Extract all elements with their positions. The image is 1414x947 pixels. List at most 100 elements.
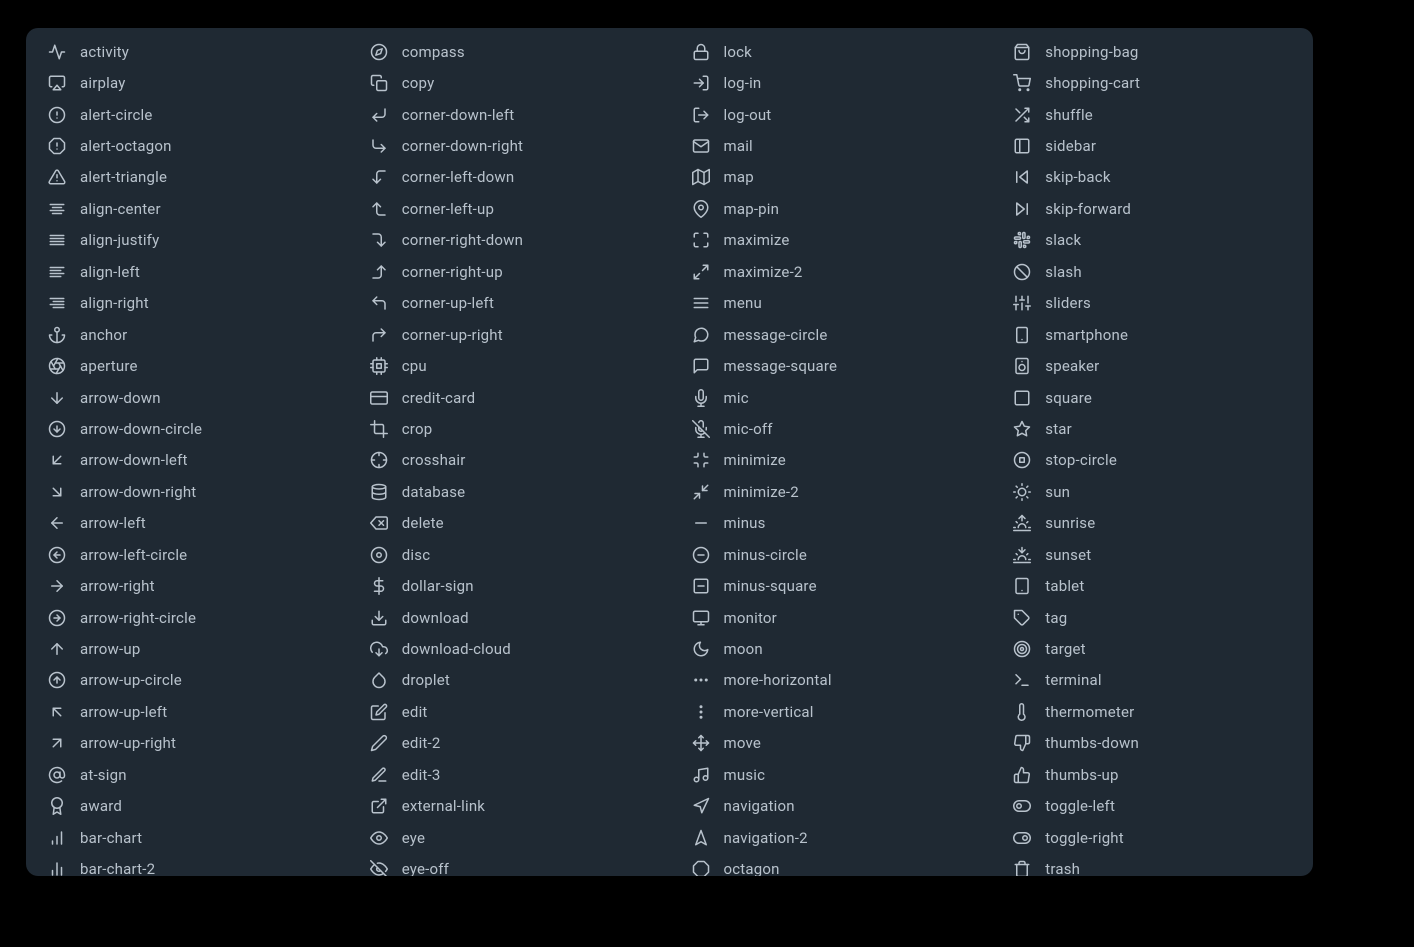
icon-item-align-right[interactable]: align-right (26, 288, 348, 319)
icon-item-corner-right-down[interactable]: corner-right-down (348, 225, 670, 256)
icon-item-navigation[interactable]: navigation (670, 791, 992, 822)
icon-item-skip-back[interactable]: skip-back (991, 162, 1313, 193)
icon-item-slash[interactable]: slash (991, 256, 1313, 287)
icon-item-minimize[interactable]: minimize (670, 445, 992, 476)
icon-item-more-horizontal[interactable]: more-horizontal (670, 665, 992, 696)
icon-item-corner-down-right[interactable]: corner-down-right (348, 130, 670, 161)
icon-item-sun[interactable]: sun (991, 476, 1313, 507)
icon-item-crosshair[interactable]: crosshair (348, 445, 670, 476)
icon-item-dollar-sign[interactable]: dollar-sign (348, 570, 670, 601)
icon-item-move[interactable]: move (670, 728, 992, 759)
icon-item-align-justify[interactable]: align-justify (26, 225, 348, 256)
icon-item-corner-right-up[interactable]: corner-right-up (348, 256, 670, 287)
icon-item-minus-square[interactable]: minus-square (670, 570, 992, 601)
icon-item-tablet[interactable]: tablet (991, 570, 1313, 601)
icon-item-shopping-bag[interactable]: shopping-bag (991, 36, 1313, 67)
icon-item-lock[interactable]: lock (670, 36, 992, 67)
icon-item-minus[interactable]: minus (670, 508, 992, 539)
icon-item-corner-left-up[interactable]: corner-left-up (348, 193, 670, 224)
icon-item-corner-up-left[interactable]: corner-up-left (348, 288, 670, 319)
icon-item-log-in[interactable]: log-in (670, 67, 992, 98)
icon-item-thumbs-down[interactable]: thumbs-down (991, 728, 1313, 759)
icon-item-navigation-2[interactable]: navigation-2 (670, 822, 992, 853)
icon-item-menu[interactable]: menu (670, 288, 992, 319)
icon-item-arrow-up-left[interactable]: arrow-up-left (26, 696, 348, 727)
icon-item-arrow-down[interactable]: arrow-down (26, 382, 348, 413)
icon-item-disc[interactable]: disc (348, 539, 670, 570)
icon-item-airplay[interactable]: airplay (26, 67, 348, 98)
icon-item-monitor[interactable]: monitor (670, 602, 992, 633)
icon-item-award[interactable]: award (26, 791, 348, 822)
icon-item-tag[interactable]: tag (991, 602, 1313, 633)
icon-item-toggle-left[interactable]: toggle-left (991, 791, 1313, 822)
icon-item-database[interactable]: database (348, 476, 670, 507)
icon-item-download-cloud[interactable]: download-cloud (348, 633, 670, 664)
icon-item-external-link[interactable]: external-link (348, 791, 670, 822)
icon-item-arrow-up-right[interactable]: arrow-up-right (26, 728, 348, 759)
icon-item-map-pin[interactable]: map-pin (670, 193, 992, 224)
icon-item-trash[interactable]: trash (991, 853, 1313, 876)
icon-item-credit-card[interactable]: credit-card (348, 382, 670, 413)
icon-item-eye-off[interactable]: eye-off (348, 853, 670, 876)
icon-item-terminal[interactable]: terminal (991, 665, 1313, 696)
icon-item-bar-chart-2[interactable]: bar-chart-2 (26, 853, 348, 876)
icon-item-arrow-down-left[interactable]: arrow-down-left (26, 445, 348, 476)
icon-item-compass[interactable]: compass (348, 36, 670, 67)
icon-item-mail[interactable]: mail (670, 130, 992, 161)
icon-item-arrow-up-circle[interactable]: arrow-up-circle (26, 665, 348, 696)
icon-item-arrow-right-circle[interactable]: arrow-right-circle (26, 602, 348, 633)
icon-item-edit[interactable]: edit (348, 696, 670, 727)
icon-item-copy[interactable]: copy (348, 67, 670, 98)
icon-item-thumbs-up[interactable]: thumbs-up (991, 759, 1313, 790)
icon-item-arrow-left-circle[interactable]: arrow-left-circle (26, 539, 348, 570)
icon-item-maximize[interactable]: maximize (670, 225, 992, 256)
icon-item-arrow-right[interactable]: arrow-right (26, 570, 348, 601)
icon-item-alert-circle[interactable]: alert-circle (26, 99, 348, 130)
icon-item-anchor[interactable]: anchor (26, 319, 348, 350)
icon-item-speaker[interactable]: speaker (991, 350, 1313, 381)
icon-item-delete[interactable]: delete (348, 508, 670, 539)
icon-item-smartphone[interactable]: smartphone (991, 319, 1313, 350)
icon-item-eye[interactable]: eye (348, 822, 670, 853)
icon-item-edit-2[interactable]: edit-2 (348, 728, 670, 759)
icon-item-moon[interactable]: moon (670, 633, 992, 664)
icon-item-arrow-left[interactable]: arrow-left (26, 508, 348, 539)
icon-item-arrow-down-circle[interactable]: arrow-down-circle (26, 413, 348, 444)
icon-item-align-center[interactable]: align-center (26, 193, 348, 224)
icon-item-target[interactable]: target (991, 633, 1313, 664)
icon-item-download[interactable]: download (348, 602, 670, 633)
icon-item-more-vertical[interactable]: more-vertical (670, 696, 992, 727)
icon-item-minimize-2[interactable]: minimize-2 (670, 476, 992, 507)
icon-item-stop-circle[interactable]: stop-circle (991, 445, 1313, 476)
icon-item-maximize-2[interactable]: maximize-2 (670, 256, 992, 287)
icon-item-square[interactable]: square (991, 382, 1313, 413)
icon-item-bar-chart[interactable]: bar-chart (26, 822, 348, 853)
icon-item-message-square[interactable]: message-square (670, 350, 992, 381)
icon-item-music[interactable]: music (670, 759, 992, 790)
icon-item-sidebar[interactable]: sidebar (991, 130, 1313, 161)
icon-item-corner-down-left[interactable]: corner-down-left (348, 99, 670, 130)
icon-item-toggle-right[interactable]: toggle-right (991, 822, 1313, 853)
icon-item-corner-left-down[interactable]: corner-left-down (348, 162, 670, 193)
icon-item-minus-circle[interactable]: minus-circle (670, 539, 992, 570)
icon-item-mic-off[interactable]: mic-off (670, 413, 992, 444)
icon-item-cpu[interactable]: cpu (348, 350, 670, 381)
icon-item-alert-octagon[interactable]: alert-octagon (26, 130, 348, 161)
icon-item-activity[interactable]: activity (26, 36, 348, 67)
icon-item-mic[interactable]: mic (670, 382, 992, 413)
icon-item-edit-3[interactable]: edit-3 (348, 759, 670, 790)
icon-item-crop[interactable]: crop (348, 413, 670, 444)
icon-item-log-out[interactable]: log-out (670, 99, 992, 130)
icon-item-shopping-cart[interactable]: shopping-cart (991, 67, 1313, 98)
icon-item-corner-up-right[interactable]: corner-up-right (348, 319, 670, 350)
icon-item-slack[interactable]: slack (991, 225, 1313, 256)
icon-item-star[interactable]: star (991, 413, 1313, 444)
icon-item-message-circle[interactable]: message-circle (670, 319, 992, 350)
icon-item-droplet[interactable]: droplet (348, 665, 670, 696)
icon-item-shuffle[interactable]: shuffle (991, 99, 1313, 130)
icon-item-arrow-up[interactable]: arrow-up (26, 633, 348, 664)
icon-item-thermometer[interactable]: thermometer (991, 696, 1313, 727)
icon-item-at-sign[interactable]: at-sign (26, 759, 348, 790)
icon-item-align-left[interactable]: align-left (26, 256, 348, 287)
icon-item-sunset[interactable]: sunset (991, 539, 1313, 570)
